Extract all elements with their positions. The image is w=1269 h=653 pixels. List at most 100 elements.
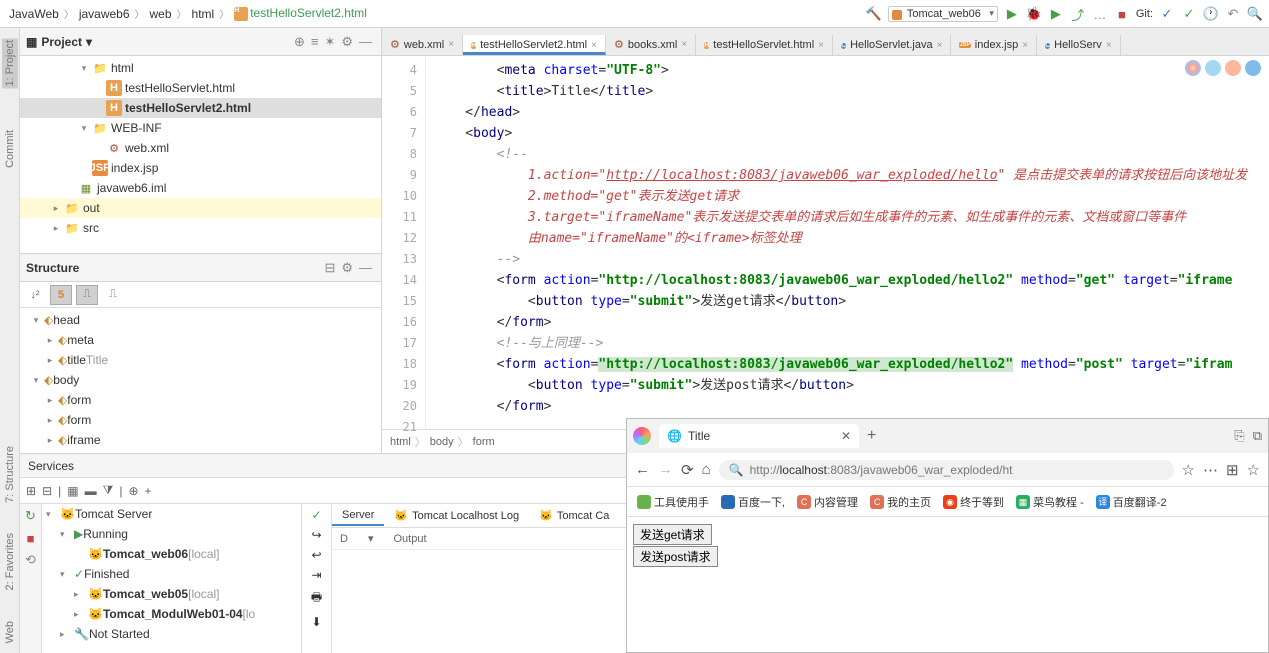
- svc-step2-icon[interactable]: ↩: [311, 548, 321, 562]
- struct-node[interactable]: ▸⬖ meta: [20, 330, 381, 350]
- svc-stop-icon[interactable]: ■: [23, 530, 39, 546]
- tab-web[interactable]: Web: [4, 621, 16, 643]
- bookmark-item[interactable]: 译百度翻译-2: [1096, 494, 1167, 510]
- structure-tree[interactable]: ▾⬖ head▸⬖ meta▸⬖ title Title▾⬖ body▸⬖ fo…: [20, 308, 381, 453]
- services-tree[interactable]: ▾🐱 Tomcat Server▾▶ Running🐱 Tomcat_web06…: [42, 504, 302, 653]
- tree-node[interactable]: javaweb6.iml: [20, 178, 381, 198]
- nav-forward-icon[interactable]: →: [658, 461, 673, 478]
- svc-more-icon[interactable]: ⊕: [128, 484, 138, 498]
- svc-node[interactable]: ▾✓ Finished: [42, 564, 301, 584]
- bookmark-item[interactable]: ◉终于等到: [943, 494, 1004, 510]
- svc-grid-icon[interactable]: ▦: [67, 484, 78, 498]
- svc-add-icon[interactable]: +: [145, 484, 152, 498]
- tree-node[interactable]: ▸src: [20, 218, 381, 238]
- open-in-browser-icons[interactable]: [1185, 60, 1261, 76]
- svc-node[interactable]: ▸🐱 Tomcat_ModulWeb01-04 [lo: [42, 604, 301, 624]
- new-tab-icon[interactable]: +: [867, 427, 876, 445]
- struct-node[interactable]: ▸⬖ form: [20, 390, 381, 410]
- svc-node[interactable]: ▾▶ Running: [42, 524, 301, 544]
- bookmark-item[interactable]: 工具使用手: [637, 494, 709, 510]
- editor-tab[interactable]: testHelloServlet.html×: [696, 35, 833, 55]
- git-revert-icon[interactable]: ↶: [1225, 6, 1241, 22]
- svc-print-icon[interactable]: 🖶: [311, 588, 322, 609]
- editor-tab[interactable]: books.xml×: [606, 34, 696, 55]
- struct-node[interactable]: ▸⬖ title Title: [20, 350, 381, 370]
- svc-wrap-icon[interactable]: ⇥: [311, 568, 321, 582]
- project-tree[interactable]: ▾htmltestHelloServlet.htmltestHelloServl…: [20, 56, 381, 253]
- nav-home-icon[interactable]: ⌂: [702, 461, 711, 478]
- svc-tab-catalina[interactable]: 🐱 Tomcat Ca: [529, 506, 619, 525]
- svc-expand-icon[interactable]: ⊞: [26, 484, 36, 498]
- win-tabs-icon[interactable]: ⎘: [1234, 428, 1244, 444]
- bc-1[interactable]: javaweb6: [76, 7, 133, 21]
- editor-tab[interactable]: index.jsp×: [951, 35, 1037, 55]
- bookmark-item[interactable]: C内容管理: [797, 494, 858, 510]
- struct-hide-icon[interactable]: —: [356, 260, 375, 275]
- svc-node[interactable]: 🐱 Tomcat_web06 [local]: [42, 544, 301, 564]
- bc-4[interactable]: testHelloServlet2.html: [231, 6, 370, 21]
- svc-node[interactable]: ▾🐱 Tomcat Server: [42, 504, 301, 524]
- editor-tab[interactable]: testHelloServlet2.html×: [463, 35, 606, 55]
- editor-tab[interactable]: HelloServlet.java×: [833, 35, 951, 55]
- bc-0[interactable]: JavaWeb: [6, 7, 62, 21]
- tree-node[interactable]: testHelloServlet.html: [20, 78, 381, 98]
- tree-node[interactable]: ▸out: [20, 198, 381, 218]
- svc-tab-server[interactable]: Server: [332, 506, 384, 526]
- coverage-icon[interactable]: ▶: [1048, 6, 1064, 22]
- html5-icon[interactable]: 5: [50, 285, 72, 305]
- svc-scroll-icon[interactable]: ⬇: [311, 615, 321, 629]
- editor-tab[interactable]: HelloServ×: [1037, 35, 1121, 55]
- debug-icon[interactable]: 🐞: [1026, 6, 1042, 22]
- nav-back-icon[interactable]: ←: [635, 461, 650, 478]
- bookmark-item[interactable]: 🐾百度一下,: [721, 494, 785, 510]
- profile-icon[interactable]: ⤴: [1070, 6, 1086, 22]
- tab-commit[interactable]: Commit: [2, 128, 18, 170]
- git-commit-icon[interactable]: ✓: [1181, 6, 1197, 22]
- bookmark-item[interactable]: C我的主页: [870, 494, 931, 510]
- struct-node[interactable]: ▸⬖ iframe: [20, 430, 381, 450]
- address-bar[interactable]: 🔍 http://localhost:8083/javaweb06_war_ex…: [719, 460, 1174, 480]
- gear-icon[interactable]: ⚙: [338, 34, 356, 50]
- run-config-combo[interactable]: Tomcat_web06: [888, 6, 998, 22]
- nav-reload-icon[interactable]: ⟳: [681, 461, 694, 479]
- fav-star-icon[interactable]: ☆: [1247, 461, 1260, 479]
- struct-node[interactable]: ▾⬖ body: [20, 370, 381, 390]
- send-get-button[interactable]: 发送get请求: [633, 524, 712, 545]
- svc-collapse-icon[interactable]: ⊟: [42, 484, 52, 498]
- svc-exit-icon[interactable]: ⟲: [23, 552, 39, 568]
- collapse-icon[interactable]: ✶: [321, 34, 338, 50]
- editor-tabs[interactable]: web.xml×testHelloServlet2.html×books.xml…: [382, 28, 1269, 56]
- struct-gear-icon[interactable]: ⚙: [338, 260, 356, 276]
- struct-collapse-icon[interactable]: ⊟: [321, 260, 338, 276]
- edge-icon[interactable]: [1245, 60, 1261, 76]
- svc-tab-log[interactable]: 🐱 Tomcat Localhost Log: [384, 506, 529, 525]
- tree-node[interactable]: ▾WEB-INF: [20, 118, 381, 138]
- tree-node[interactable]: index.jsp: [20, 158, 381, 178]
- struct-node[interactable]: ▾⬖ head: [20, 310, 381, 330]
- attach-icon[interactable]: …: [1092, 6, 1108, 22]
- browser-tab[interactable]: 🌐 Title ✕: [659, 424, 859, 448]
- tab-close-icon[interactable]: ✕: [841, 429, 851, 443]
- firefox-icon[interactable]: [1225, 60, 1241, 76]
- tag-mode-icon[interactable]: ⎍: [76, 285, 98, 305]
- svc-filter-icon[interactable]: ▬: [85, 484, 97, 498]
- tree-node[interactable]: ▾html: [20, 58, 381, 78]
- svc-node[interactable]: ▸🔧 Not Started: [42, 624, 301, 644]
- bc-3[interactable]: html: [189, 7, 218, 21]
- id-mode-icon[interactable]: ⎍: [102, 285, 124, 305]
- tab-favorites[interactable]: 2: Favorites: [4, 533, 16, 590]
- bookmark-star-icon[interactable]: ☆: [1182, 461, 1195, 479]
- win-extensions-icon[interactable]: ⧉: [1253, 428, 1262, 444]
- apps-icon[interactable]: ⊞: [1226, 461, 1239, 479]
- more-icon[interactable]: ⋯: [1203, 461, 1218, 479]
- tab-project[interactable]: 1: Project: [2, 38, 18, 88]
- run-icon[interactable]: ▶: [1004, 6, 1020, 22]
- editor-tab[interactable]: web.xml×: [382, 34, 463, 55]
- select-opened-icon[interactable]: ⊕: [291, 34, 308, 50]
- bookmark-item[interactable]: ▦菜鸟教程 -: [1016, 494, 1084, 510]
- chrome-icon[interactable]: [1185, 60, 1201, 76]
- svc-filter2-icon[interactable]: ⧩: [103, 483, 114, 498]
- struct-node[interactable]: ▸⬖ form: [20, 410, 381, 430]
- git-update-icon[interactable]: ✓: [1159, 6, 1175, 22]
- tree-node[interactable]: testHelloServlet2.html: [20, 98, 381, 118]
